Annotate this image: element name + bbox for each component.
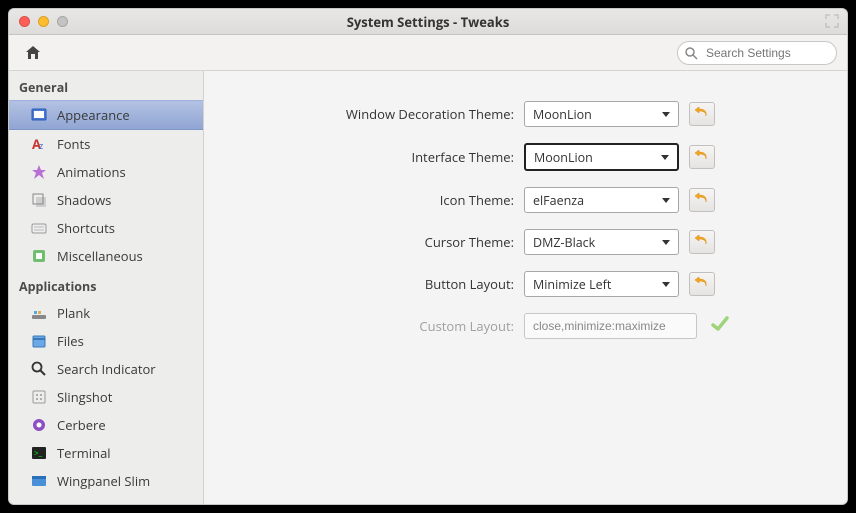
sidebar-item-animations[interactable]: Animations [9, 158, 203, 186]
titlebar: System Settings - Tweaks [9, 9, 847, 35]
sidebar-item-label: Plank [57, 304, 90, 322]
form-row: Custom Layout: [244, 313, 807, 339]
settings-window: System Settings - Tweaks General Appearan… [8, 8, 848, 505]
select-value: elFaenza [533, 192, 584, 209]
sidebar-item-search-indicator[interactable]: Search Indicator [9, 355, 203, 383]
sidebar-item-fonts[interactable]: Az Fonts [9, 130, 203, 158]
search-indicator-icon [31, 361, 47, 377]
home-button[interactable] [19, 40, 47, 66]
sidebar-item-label: Shortcuts [57, 219, 115, 237]
interface-theme-select[interactable]: MoonLion [524, 143, 679, 171]
reset-button[interactable] [689, 102, 715, 126]
sidebar-item-shadows[interactable]: Shadows [9, 186, 203, 214]
sidebar-section-title: General [9, 71, 203, 100]
sidebar-item-files[interactable]: Files [9, 327, 203, 355]
sidebar: General Appearance Az Fonts Animations Shadow… [9, 71, 204, 504]
sidebar-item-label: Appearance [57, 106, 130, 124]
select-value: MoonLion [534, 149, 593, 166]
form-row: Cursor Theme: DMZ-Black [244, 229, 807, 255]
sidebar-item-label: Wingpanel Slim [57, 472, 150, 490]
sidebar-item-miscellaneous[interactable]: Miscellaneous [9, 242, 203, 270]
field-label: Custom Layout: [244, 317, 514, 335]
field-label: Button Layout: [244, 275, 514, 293]
sidebar-item-label: Slingshot [57, 388, 112, 406]
select-value: MoonLion [533, 106, 592, 123]
maximize-icon[interactable] [825, 14, 839, 32]
files-icon [31, 333, 47, 349]
undo-icon [694, 104, 710, 124]
animations-icon [31, 164, 47, 180]
sidebar-section-title: Applications [9, 270, 203, 299]
body: General Appearance Az Fonts Animations Shadow… [9, 71, 847, 504]
form-row: Interface Theme: MoonLion [244, 143, 807, 171]
field-label: Icon Theme: [244, 191, 514, 209]
sidebar-item-appearance[interactable]: Appearance [9, 100, 203, 130]
sidebar-item-terminal[interactable]: >_ Terminal [9, 439, 203, 467]
sidebar-item-label: Search Indicator [57, 360, 156, 378]
icon-theme-select[interactable]: elFaenza [524, 187, 679, 213]
misc-icon [31, 248, 47, 264]
undo-icon [694, 190, 710, 210]
content-pane: Window Decoration Theme:MoonLionInterfac… [204, 71, 847, 504]
terminal-icon: >_ [31, 445, 47, 461]
search-container [677, 41, 837, 65]
form-row: Window Decoration Theme: MoonLion [244, 101, 807, 127]
sidebar-item-wingpanel-slim[interactable]: Wingpanel Slim [9, 467, 203, 495]
sidebar-item-label: Files [57, 332, 84, 350]
custom-layout-input [524, 313, 697, 339]
sidebar-item-label: Shadows [57, 191, 111, 209]
appearance-icon [31, 107, 47, 123]
sidebar-item-label: Cerbere [57, 416, 106, 434]
sidebar-item-label: Fonts [57, 135, 90, 153]
plank-icon [31, 305, 47, 321]
field-label: Interface Theme: [244, 148, 514, 166]
sidebar-item-slingshot[interactable]: Slingshot [9, 383, 203, 411]
minimize-window-button[interactable] [38, 16, 49, 27]
sidebar-item-plank[interactable]: Plank [9, 299, 203, 327]
reset-button[interactable] [689, 188, 715, 212]
search-icon [685, 46, 698, 64]
window-controls [9, 16, 68, 27]
toolbar [9, 35, 847, 71]
slingshot-icon [31, 389, 47, 405]
reset-button[interactable] [689, 230, 715, 254]
search-input[interactable] [677, 41, 837, 65]
window-title: System Settings - Tweaks [9, 13, 847, 31]
undo-icon [694, 147, 710, 167]
select-value: DMZ-Black [533, 234, 595, 251]
button-layout-select[interactable]: Minimize Left [524, 271, 679, 297]
apply-button[interactable] [707, 314, 733, 338]
sidebar-item-label: Terminal [57, 444, 111, 462]
undo-icon [694, 274, 710, 294]
select-value: Minimize Left [533, 276, 611, 293]
cursor-theme-select[interactable]: DMZ-Black [524, 229, 679, 255]
svg-text:>_: >_ [34, 448, 43, 459]
fonts-icon: Az [31, 136, 47, 152]
shortcuts-icon [31, 220, 47, 236]
sidebar-item-label: Miscellaneous [57, 247, 143, 265]
zoom-window-button[interactable] [57, 16, 68, 27]
undo-icon [694, 232, 710, 252]
field-label: Cursor Theme: [244, 233, 514, 251]
wingpanel-icon [31, 473, 47, 489]
shadows-icon [31, 192, 47, 208]
svg-text:z: z [39, 139, 43, 152]
close-window-button[interactable] [19, 16, 30, 27]
sidebar-item-cerbere[interactable]: Cerbere [9, 411, 203, 439]
check-icon [710, 314, 730, 338]
form-row: Icon Theme: elFaenza [244, 187, 807, 213]
field-label: Window Decoration Theme: [244, 105, 514, 123]
sidebar-item-shortcuts[interactable]: Shortcuts [9, 214, 203, 242]
cerbere-icon [31, 417, 47, 433]
reset-button[interactable] [689, 145, 715, 169]
reset-button[interactable] [689, 272, 715, 296]
sidebar-item-label: Animations [57, 163, 126, 181]
window-decoration-theme-select[interactable]: MoonLion [524, 101, 679, 127]
form-row: Button Layout: Minimize Left [244, 271, 807, 297]
